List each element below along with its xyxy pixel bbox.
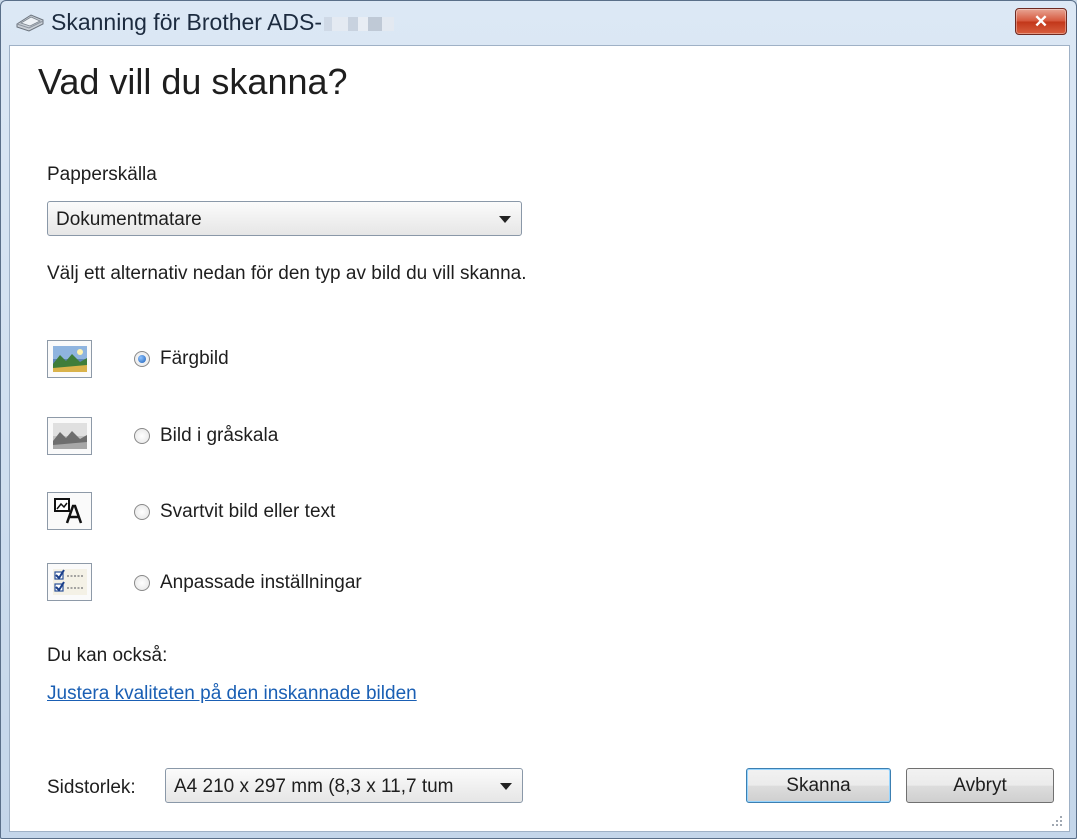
black-white-text-label[interactable]: Svartvit bild eller text [160, 501, 335, 523]
resize-grip-icon[interactable] [1049, 813, 1063, 827]
grayscale-picture-radio[interactable] [134, 428, 150, 444]
page-size-dropdown[interactable]: A4 210 x 297 mm (8,3 x 11,7 tum [165, 768, 523, 803]
scan-button[interactable]: Skanna [746, 768, 891, 803]
scanner-icon [15, 11, 45, 33]
adjust-quality-link[interactable]: Justera kvaliteten på den inskannade bil… [47, 683, 417, 705]
custom-settings-icon[interactable] [47, 563, 92, 601]
paper-source-label: Papperskälla [47, 164, 157, 185]
title-bar[interactable]: Skanning för Brother ADS- ✕ [1, 1, 1076, 45]
close-button[interactable]: ✕ [1015, 8, 1067, 35]
page-title: Vad vill du skanna? [38, 61, 348, 102]
also-label: Du kan också: [47, 645, 168, 666]
page-size-value: A4 210 x 297 mm (8,3 x 11,7 tum [174, 776, 454, 797]
scan-type-instruction: Välj ett alternativ nedan för den typ av… [47, 263, 527, 284]
grayscale-picture-label[interactable]: Bild i gråskala [160, 425, 278, 447]
redacted-model-number [324, 16, 395, 31]
custom-settings-radio[interactable] [134, 575, 150, 591]
window-title-text: Skanning för Brother ADS- [51, 9, 323, 35]
chevron-down-icon [500, 783, 512, 790]
color-picture-radio[interactable] [134, 351, 150, 367]
scan-dialog-window: Skanning för Brother ADS- ✕ Vad vill du … [0, 0, 1077, 839]
paper-source-dropdown[interactable]: Dokumentmatare [47, 201, 522, 236]
black-white-text-radio[interactable] [134, 504, 150, 520]
color-picture-icon[interactable] [47, 340, 92, 378]
page-size-label: Sidstorlek: [47, 777, 136, 798]
black-white-text-icon[interactable] [47, 492, 92, 530]
chevron-down-icon [499, 216, 511, 223]
window-title: Skanning för Brother ADS- [51, 9, 395, 36]
color-picture-label[interactable]: Färgbild [160, 348, 229, 370]
grayscale-picture-icon[interactable] [47, 417, 92, 455]
custom-settings-label[interactable]: Anpassade inställningar [160, 572, 362, 594]
cancel-button[interactable]: Avbryt [906, 768, 1054, 803]
paper-source-value: Dokumentmatare [56, 209, 202, 230]
